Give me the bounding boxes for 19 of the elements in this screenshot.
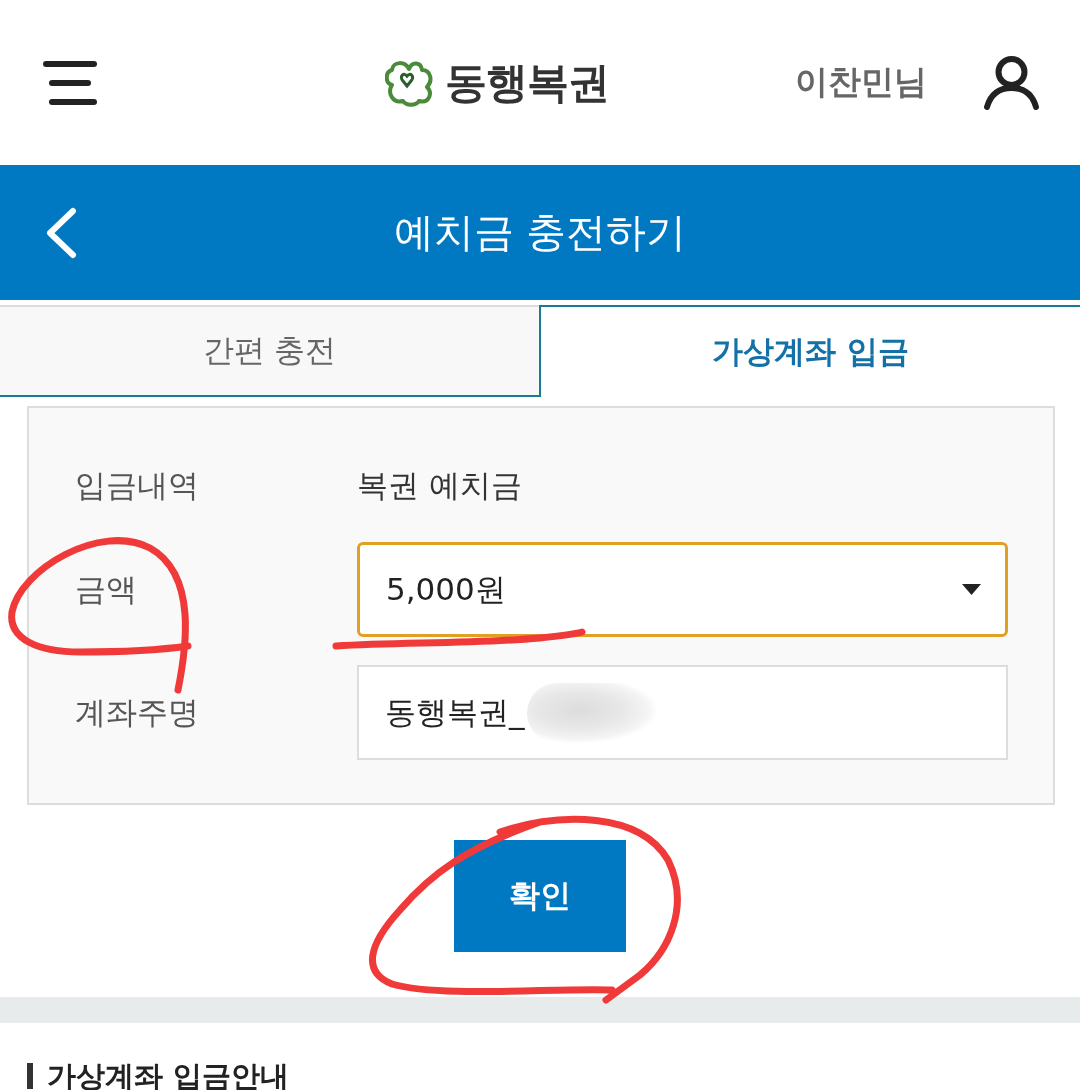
page-title: 예치금 충전하기 (392, 208, 688, 257)
account-name-field[interactable]: 동행복권_ (357, 665, 1008, 760)
user-name[interactable]: 이찬민님 (795, 60, 927, 105)
heading-bar-icon (27, 1063, 33, 1089)
user-icon[interactable] (983, 55, 1040, 110)
deposit-type-value: 복권 예치금 (357, 466, 523, 505)
tab[interactable]: 가상계좌 입금 (539, 305, 1080, 397)
confirm-button[interactable]: 확인 (454, 840, 626, 952)
logo-text[interactable]: 동행복권 (445, 54, 609, 111)
section-title: 가상계좌 입금안내 (47, 1061, 290, 1090)
tab[interactable]: 간편 충전 (0, 305, 539, 397)
amount-select[interactable]: 5,000원 (357, 542, 1008, 637)
back-chevron-icon[interactable] (45, 206, 77, 259)
field-label: 계좌주명 (75, 692, 200, 732)
field-label: 금액 (75, 569, 138, 609)
caret-icon (962, 584, 981, 595)
clover-icon (385, 58, 433, 107)
field-label: 입금내역 (75, 466, 200, 505)
menu-icon[interactable] (43, 60, 97, 105)
